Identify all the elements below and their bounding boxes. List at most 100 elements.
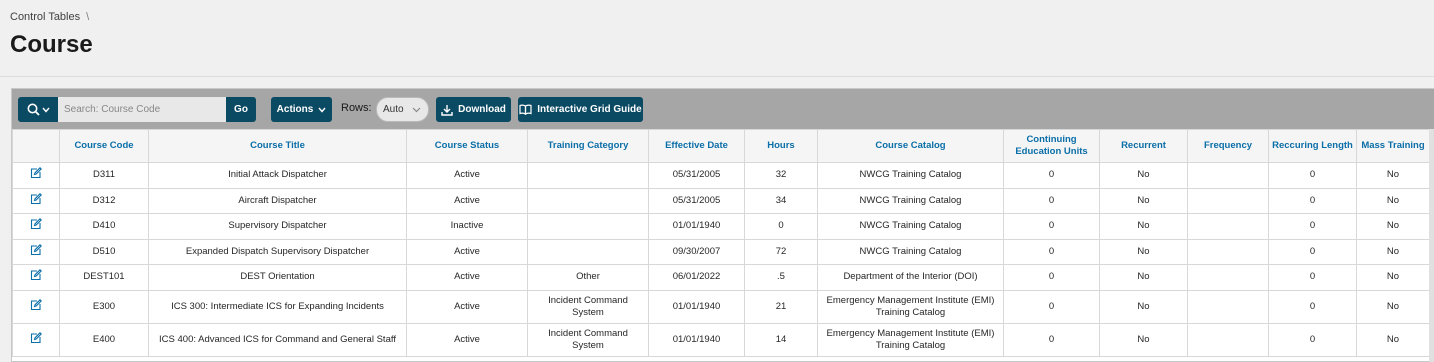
column-header-effective-date[interactable]: Effective Date [648,129,745,163]
cell-catalog[interactable]: NWCG Training Catalog [817,238,1004,265]
cell-ceu[interactable]: 0 [1003,213,1100,240]
cell-frequency[interactable] [1187,322,1269,357]
cell-status[interactable]: Active [406,238,528,265]
cell-length[interactable]: 0 [1268,213,1357,240]
cell-recurrent[interactable]: No [1099,264,1188,291]
cell-recurrent[interactable]: No [1099,162,1188,189]
cell-mass[interactable]: No [1356,289,1430,324]
cell-mass[interactable]: No [1356,187,1430,214]
cell-status[interactable]: Active [406,162,528,189]
cell-category[interactable]: Other [527,264,649,291]
cell-code[interactable]: D510 [59,238,149,265]
table-row[interactable]: D410 Supervisory Dispatcher Inactive 01/01/… [12,213,1430,240]
cell-recurrent[interactable]: No [1099,213,1188,240]
cell-ceu[interactable]: 0 [1003,162,1100,189]
edit-row-button[interactable] [12,162,60,189]
cell-frequency[interactable] [1187,187,1269,214]
table-row[interactable]: D510 Expanded Dispatch Supervisory Dispat… [12,238,1430,265]
cell-mass[interactable]: No [1356,162,1430,189]
cell-mass[interactable]: No [1356,238,1430,265]
cell-hours[interactable]: 32 [744,162,818,189]
cell-date[interactable]: 05/31/2005 [648,162,745,189]
edit-row-button[interactable] [12,289,60,324]
cell-title[interactable]: Aircraft Dispatcher [148,187,407,214]
cell-date[interactable]: 01/01/1940 [648,213,745,240]
cell-status[interactable]: Active [406,264,528,291]
column-header-mass-training[interactable]: Mass Training [1356,129,1430,163]
cell-frequency[interactable] [1187,238,1269,265]
column-header-continuing-education-units[interactable]: Continuing Education Units [1003,129,1100,163]
column-header-hours[interactable]: Hours [744,129,818,163]
cell-ceu[interactable]: 0 [1003,322,1100,357]
table-row[interactable]: D312 Aircraft Dispatcher Active 05/31/2005 3… [12,187,1430,214]
rows-select[interactable]: Auto [376,97,429,122]
column-header-frequency[interactable]: Frequency [1187,129,1269,163]
cell-hours[interactable]: .5 [744,264,818,291]
cell-recurrent[interactable]: No [1099,289,1188,324]
cell-ceu[interactable]: 0 [1003,289,1100,324]
cell-code[interactable]: D410 [59,213,149,240]
grid-scrollbar[interactable] [1429,129,1434,362]
cell-ceu[interactable]: 0 [1003,187,1100,214]
cell-category[interactable] [527,238,649,265]
cell-length[interactable]: 0 [1268,322,1357,357]
cell-category[interactable]: Incident Command System [527,289,649,324]
cell-code[interactable]: E300 [59,289,149,324]
cell-status[interactable]: Active [406,187,528,214]
cell-hours[interactable]: 21 [744,289,818,324]
search-column-menu[interactable] [18,97,58,122]
cell-catalog[interactable]: NWCG Training Catalog [817,187,1004,214]
cell-status[interactable]: Active [406,289,528,324]
cell-length[interactable]: 0 [1268,238,1357,265]
cell-frequency[interactable] [1187,213,1269,240]
cell-status[interactable]: Inactive [406,213,528,240]
column-header-course-status[interactable]: Course Status [406,129,528,163]
cell-ceu[interactable]: 0 [1003,238,1100,265]
cell-frequency[interactable] [1187,264,1269,291]
edit-row-button[interactable] [12,213,60,240]
cell-mass[interactable]: No [1356,322,1430,357]
cell-recurrent[interactable]: No [1099,322,1188,357]
cell-date[interactable]: 01/01/1940 [648,322,745,357]
edit-row-button[interactable] [12,238,60,265]
column-header-course-title[interactable]: Course Title [148,129,407,163]
table-row[interactable]: E400 ICS 400: Advanced ICS for Command an… [12,322,1430,357]
cell-category[interactable]: Incident Command System [527,322,649,357]
download-button[interactable]: Download [436,97,511,122]
edit-row-button[interactable] [12,264,60,291]
cell-recurrent[interactable]: No [1099,238,1188,265]
cell-category[interactable] [527,162,649,189]
cell-length[interactable]: 0 [1268,187,1357,214]
cell-hours[interactable]: 34 [744,187,818,214]
cell-catalog[interactable]: Emergency Management Institute (EMI) Tra… [817,322,1004,357]
cell-status[interactable]: Active [406,322,528,357]
go-button[interactable]: Go [226,97,256,122]
cell-date[interactable]: 05/31/2005 [648,187,745,214]
column-header-reccuring-length[interactable]: Reccuring Length [1268,129,1357,163]
cell-category[interactable] [527,213,649,240]
table-row[interactable]: D311 Initial Attack Dispatcher Active 05/31… [12,162,1430,189]
cell-code[interactable]: D311 [59,162,149,189]
cell-title[interactable]: Supervisory Dispatcher [148,213,407,240]
cell-date[interactable]: 01/01/1940 [648,289,745,324]
cell-hours[interactable]: 0 [744,213,818,240]
cell-length[interactable]: 0 [1268,289,1357,324]
table-row[interactable]: DEST101 DEST Orientation Active Other 06/01/… [12,264,1430,291]
cell-length[interactable]: 0 [1268,162,1357,189]
table-row[interactable]: E300 ICS 300: Intermediate ICS for Expand… [12,289,1430,324]
cell-title[interactable]: ICS 400: Advanced ICS for Command and Ge… [148,322,407,357]
cell-title[interactable]: ICS 300: Intermediate ICS for Expanding … [148,289,407,324]
cell-catalog[interactable]: Emergency Management Institute (EMI) Tra… [817,289,1004,324]
cell-catalog[interactable]: NWCG Training Catalog [817,213,1004,240]
interactive-grid-guide-button[interactable]: Interactive Grid Guide [518,97,643,122]
cell-recurrent[interactable]: No [1099,187,1188,214]
cell-date[interactable]: 09/30/2007 [648,238,745,265]
edit-row-button[interactable] [12,187,60,214]
cell-ceu[interactable]: 0 [1003,264,1100,291]
cell-code[interactable]: DEST101 [59,264,149,291]
column-header-training-category[interactable]: Training Category [527,129,649,163]
cell-code[interactable]: E400 [59,322,149,357]
search-input[interactable] [58,97,226,122]
cell-hours[interactable]: 72 [744,238,818,265]
cell-frequency[interactable] [1187,289,1269,324]
